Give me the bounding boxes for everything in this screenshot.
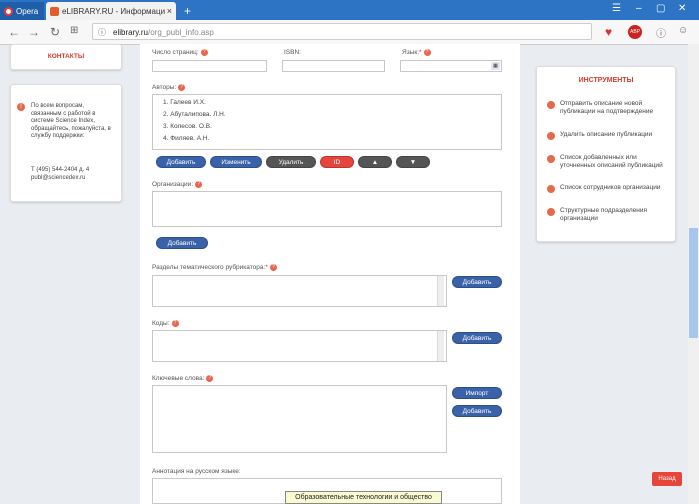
help-icon[interactable]: ? bbox=[171, 320, 179, 327]
edit-author-button[interactable]: Изменить bbox=[210, 156, 262, 168]
account-icon[interactable]: ☺ bbox=[678, 25, 688, 36]
url-field[interactable]: ⓘ elibrary.ru/org_publ_info.asp bbox=[92, 23, 592, 40]
address-bar-row: ← → ↻ ⊞ ⓘ elibrary.ru/org_publ_info.asp … bbox=[0, 20, 699, 45]
help-icon[interactable]: ? bbox=[195, 181, 203, 188]
support-panel: ! По всем вопросам, связанным с работой … bbox=[10, 84, 122, 202]
scrollbar[interactable] bbox=[437, 331, 444, 361]
keywords-label: Ключевые слова:? bbox=[152, 375, 214, 382]
add-organization-button[interactable]: Добавить bbox=[156, 237, 208, 249]
codes-label: Коды:? bbox=[152, 320, 179, 327]
opera-menu-button[interactable]: Opera bbox=[0, 2, 44, 20]
list-item[interactable]: 3. Колесов. О.В. bbox=[163, 123, 212, 130]
add-keyword-button[interactable]: Добавить bbox=[452, 405, 502, 417]
list-item[interactable]: 2. Абуталипова. Л.Н. bbox=[163, 111, 226, 118]
page-count-label: Число страниц:? bbox=[152, 49, 208, 56]
opera-logo-icon bbox=[4, 6, 13, 16]
help-icon[interactable]: ? bbox=[423, 49, 431, 56]
news-icon[interactable]: ⓘ bbox=[656, 25, 666, 40]
rubricator-list[interactable] bbox=[152, 275, 447, 307]
reload-icon[interactable]: ↻ bbox=[50, 25, 60, 39]
move-up-button[interactable]: ▲ bbox=[358, 156, 392, 168]
codes-list[interactable] bbox=[152, 330, 447, 362]
page-count-input[interactable] bbox=[152, 60, 267, 72]
language-select[interactable]: ▦ bbox=[400, 60, 502, 72]
authors-label: Авторы:? bbox=[152, 84, 186, 91]
tab-elibrary[interactable]: eLIBRARY.RU - Информаци × bbox=[46, 2, 176, 20]
organizations-list[interactable] bbox=[152, 191, 502, 227]
new-tab-button[interactable]: + bbox=[180, 2, 196, 20]
help-icon[interactable]: ? bbox=[206, 375, 214, 382]
bullet-icon bbox=[547, 101, 555, 109]
support-email[interactable]: publ@sciencedex.ru bbox=[31, 175, 85, 181]
close-tab-icon[interactable]: × bbox=[167, 6, 172, 16]
publication-form: Число страниц:? ISBN: Язык:*? ▦ Авторы:?… bbox=[140, 44, 520, 504]
authors-list[interactable]: 1. Галеев И.Х. 2. Абуталипова. Л.Н. 3. К… bbox=[152, 94, 502, 150]
back-button[interactable]: Назад bbox=[652, 472, 682, 486]
contacts-panel: КОНТАКТЫ bbox=[10, 44, 122, 70]
isbn-label: ISBN: bbox=[284, 49, 301, 56]
isbn-input[interactable] bbox=[282, 60, 385, 72]
browser-tab-bar: Opera eLIBRARY.RU - Информаци × + ☰ – ▢ … bbox=[0, 0, 699, 20]
support-phone: Т (495) 544-2404 д. 4 bbox=[31, 167, 90, 173]
add-author-button[interactable]: Добавить bbox=[156, 156, 206, 168]
tools-title: ИНСТРУМЕНТЫ bbox=[578, 77, 634, 84]
tools-panel: ИНСТРУМЕНТЫ Отправить описание новой пуб… bbox=[536, 66, 676, 242]
annotation-label: Аннотация на русском языке: bbox=[152, 468, 241, 475]
heart-icon[interactable]: ♥ bbox=[605, 25, 612, 39]
tab-menu-icon[interactable]: ☰ bbox=[612, 3, 621, 14]
adblock-icon[interactable]: ABP bbox=[628, 25, 642, 39]
help-icon[interactable]: ? bbox=[269, 264, 277, 271]
support-text: По всем вопросам, связанным с работой в … bbox=[31, 103, 111, 139]
author-id-button[interactable]: ID bbox=[320, 156, 354, 168]
tool-link-send-confirmation[interactable]: Отправить описание новой публикации на п… bbox=[547, 100, 673, 116]
move-down-button[interactable]: ▼ bbox=[396, 156, 430, 168]
bullet-icon bbox=[547, 132, 555, 140]
page-scrollbar-thumb[interactable] bbox=[689, 228, 698, 338]
import-keywords-button[interactable]: Импорт bbox=[452, 387, 502, 399]
maximize-icon[interactable]: ▢ bbox=[656, 3, 665, 14]
keywords-list[interactable] bbox=[152, 385, 447, 453]
help-icon[interactable]: ? bbox=[200, 49, 208, 56]
speed-dial-icon[interactable]: ⊞ bbox=[70, 25, 78, 36]
help-icon[interactable]: ? bbox=[178, 84, 186, 91]
dropdown-arrow-icon: ▦ bbox=[491, 62, 500, 70]
info-icon: ! bbox=[17, 103, 25, 111]
organizations-label: Организации:? bbox=[152, 181, 203, 188]
elibrary-favicon-icon bbox=[50, 6, 59, 16]
list-item[interactable]: 4. Филяев. А.Н. bbox=[163, 135, 209, 142]
contacts-title: КОНТАКТЫ bbox=[47, 53, 85, 60]
rubricator-label: Разделы тематического рубрикатора:*? bbox=[152, 264, 277, 271]
tool-link-departments[interactable]: Структурные подразделения организации bbox=[547, 207, 673, 223]
forward-arrow-icon[interactable]: → bbox=[28, 25, 40, 39]
tooltip: Образовательные технологии и общество bbox=[285, 491, 442, 504]
bullet-icon bbox=[547, 208, 555, 216]
bullet-icon bbox=[547, 185, 555, 193]
language-label: Язык:*? bbox=[402, 49, 431, 56]
tool-link-added-list[interactable]: Список добавленных или уточненных описан… bbox=[547, 154, 673, 170]
minimize-icon[interactable]: – bbox=[636, 3, 642, 14]
add-code-button[interactable]: Добавить bbox=[452, 332, 502, 344]
window-close-icon[interactable]: ✕ bbox=[678, 3, 686, 14]
delete-author-button[interactable]: Удалить bbox=[266, 156, 316, 168]
add-rubric-button[interactable]: Добавить bbox=[452, 276, 502, 288]
bullet-icon bbox=[547, 155, 555, 163]
tool-link-employees[interactable]: Список сотрудников организации bbox=[547, 184, 673, 193]
scrollbar[interactable] bbox=[437, 276, 444, 306]
list-item[interactable]: 1. Галеев И.Х. bbox=[163, 99, 206, 106]
back-arrow-icon[interactable]: ← bbox=[8, 25, 20, 39]
tool-link-delete-publication[interactable]: Удалить описание публикации bbox=[547, 131, 673, 140]
site-info-icon[interactable]: ⓘ bbox=[98, 24, 106, 41]
